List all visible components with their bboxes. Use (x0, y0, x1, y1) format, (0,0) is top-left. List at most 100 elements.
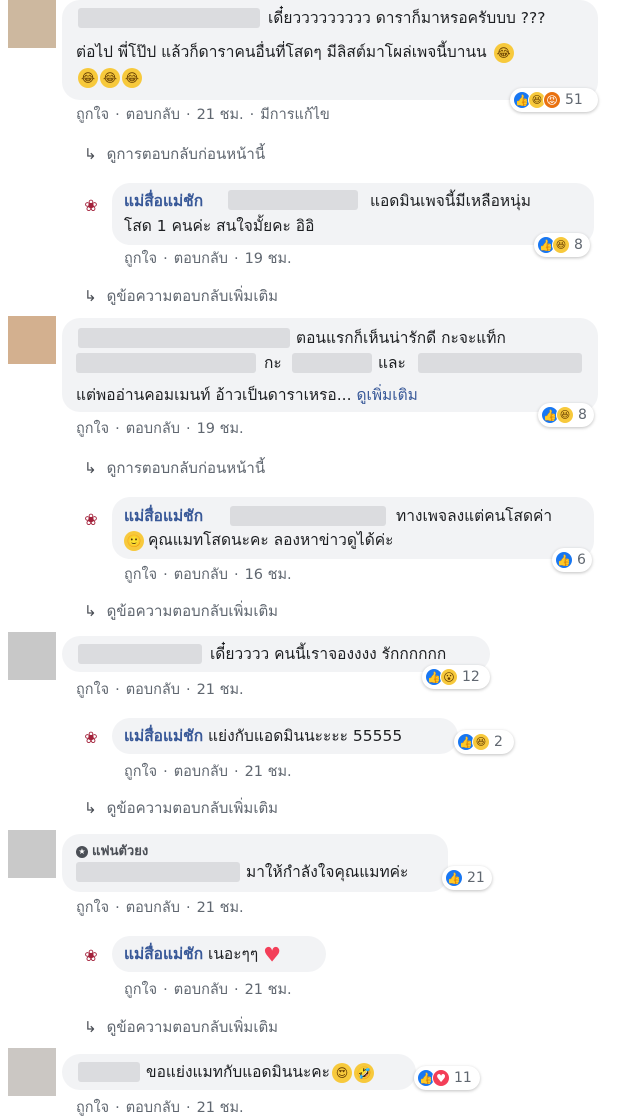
timestamp[interactable]: 21 ชม. (197, 1096, 244, 1119)
reply-actions: ถูกใจ · ตอบกลับ · 16 ชม. (124, 563, 292, 586)
view-more-replies-link[interactable]: ↳ ดูข้อความตอบกลับเพิ่มเติม (84, 284, 278, 308)
timestamp[interactable]: 16 ชม. (245, 563, 292, 586)
page-avatar[interactable]: ❀ (76, 722, 106, 752)
reaction-summary[interactable]: 👍 21 (442, 866, 492, 890)
like-button[interactable]: ถูกใจ (124, 760, 157, 783)
page-avatar[interactable]: ❀ (76, 190, 106, 220)
view-more-replies-link[interactable]: ↳ ดูข้อความตอบกลับเพิ่มเติม (84, 1015, 278, 1039)
comment-emoji-line: 😂 😂 😂 (76, 66, 142, 88)
heart-eyes-emoji-icon: 😍 (332, 1062, 352, 1083)
reply-button[interactable]: ตอบกลับ (174, 247, 228, 270)
timestamp[interactable]: 19 ชม. (197, 417, 244, 440)
comment-actions: ถูกใจ · ตอบกลับ · 21 ชม. (76, 1096, 244, 1119)
laughing-emoji-icon: 😂 (122, 67, 142, 88)
haha-reaction-icon: 😆 (556, 406, 574, 424)
reaction-summary[interactable]: 👍 😆 8 (534, 233, 590, 257)
redacted-tag (418, 353, 582, 373)
reply-arrow-icon: ↳ (84, 602, 97, 620)
comment-text: และ (378, 354, 406, 372)
smile-emoji-icon: 🙂 (124, 530, 144, 551)
reaction-summary[interactable]: 👍 6 (552, 548, 592, 572)
comment-actions: ถูกใจ · ตอบกลับ · 21 ชม. (76, 678, 244, 701)
reaction-count: 51 (565, 92, 583, 108)
reply-arrow-icon: ↳ (84, 459, 97, 477)
reply-text: แม่สื่อแม่ชัก เนอะๆๆ ♥ (124, 942, 282, 967)
like-button[interactable]: ถูกใจ (124, 563, 157, 586)
like-button[interactable]: ถูกใจ (76, 678, 109, 701)
commenter-avatar[interactable] (8, 632, 56, 680)
reaction-count: 8 (578, 407, 587, 423)
view-previous-replies-link[interactable]: ↳ ดูการตอบกลับก่อนหน้านี้ (84, 142, 265, 166)
heart-emoji-icon: ♥ (263, 942, 282, 967)
page-logo-icon: ❀ (84, 727, 98, 747)
reaction-summary[interactable]: 👍 😆 8 (538, 403, 594, 427)
page-avatar[interactable]: ❀ (76, 940, 106, 970)
redacted-name (228, 190, 358, 210)
comment-text: ตอนแรกก็เห็นน่ารักดี กะจะแท็ก (296, 329, 506, 347)
edited-label[interactable]: มีการแก้ไข (260, 103, 330, 126)
timestamp[interactable]: 21 ชม. (197, 103, 244, 126)
reply-button[interactable]: ตอบกลับ (174, 978, 228, 1001)
reply-button[interactable]: ตอบกลับ (174, 760, 228, 783)
timestamp[interactable]: 19 ชม. (245, 247, 292, 270)
reply-text: แอดมินเพจนี้มีเหลือหนุ่ม (370, 192, 531, 210)
like-button[interactable]: ถูกใจ (124, 978, 157, 1001)
like-button[interactable]: ถูกใจ (124, 247, 157, 270)
redacted-name (230, 506, 386, 526)
commenter-name[interactable]: แม่สื่อแม่ชัก (124, 945, 203, 963)
comment-actions: ถูกใจ · ตอบกลับ · 21 ชม. · มีการแก้ไข (76, 103, 330, 126)
laughing-emoji-icon: 😂 (100, 67, 120, 88)
reply-button[interactable]: ตอบกลับ (126, 678, 180, 701)
reaction-count: 11 (454, 1070, 472, 1086)
timestamp[interactable]: 21 ชม. (197, 678, 244, 701)
redacted-tag (292, 353, 372, 373)
view-previous-replies-link[interactable]: ↳ ดูการตอบกลับก่อนหน้านี้ (84, 456, 265, 480)
commenter-avatar[interactable] (8, 830, 56, 878)
reply-arrow-icon: ↳ (84, 1018, 97, 1036)
timestamp[interactable]: 21 ชม. (245, 760, 292, 783)
commenter-avatar[interactable] (8, 0, 56, 48)
reply-button[interactable]: ตอบกลับ (126, 103, 180, 126)
wow-reaction-icon: 😮 (440, 668, 458, 686)
like-button[interactable]: ถูกใจ (76, 1096, 109, 1119)
view-more-replies-link[interactable]: ↳ ดูข้อความตอบกลับเพิ่มเติม (84, 599, 278, 623)
see-more-link[interactable]: ดูเพิ่มเติม (356, 386, 417, 404)
like-reaction-icon: 👍 (445, 869, 463, 887)
page-avatar[interactable]: ❀ (76, 504, 106, 534)
comment-actions: ถูกใจ · ตอบกลับ · 21 ชม. (76, 896, 244, 919)
reaction-summary[interactable]: 👍 😮 12 (422, 665, 490, 689)
commenter-name[interactable]: แม่สื่อแม่ชัก (124, 727, 203, 745)
redacted-name (78, 1062, 140, 1082)
like-button[interactable]: ถูกใจ (76, 417, 109, 440)
commenter-name[interactable]: แม่สื่อแม่ชัก (124, 190, 203, 212)
reply-button[interactable]: ตอบกลับ (174, 563, 228, 586)
timestamp[interactable]: 21 ชม. (197, 896, 244, 919)
reply-button[interactable]: ตอบกลับ (126, 1096, 180, 1119)
page-logo-icon: ❀ (84, 509, 98, 529)
reply-button[interactable]: ตอบกลับ (126, 417, 180, 440)
reaction-summary[interactable]: 👍 ♥ 11 (414, 1066, 480, 1090)
like-button[interactable]: ถูกใจ (76, 103, 109, 126)
commenter-avatar[interactable] (8, 1048, 56, 1096)
like-button[interactable]: ถูกใจ (76, 896, 109, 919)
reaction-count: 2 (494, 734, 503, 750)
reaction-summary[interactable]: 👍 😆 😡 51 (510, 88, 598, 112)
redacted-tag (76, 353, 256, 373)
commenter-avatar[interactable] (8, 316, 56, 364)
reply-button[interactable]: ตอบกลับ (126, 896, 180, 919)
laughing-emoji-icon: 😂 (493, 42, 514, 63)
reply-text: 🙂 คุณแมทโสดนะคะ ลองหาข่าวดูได้ค่ะ (124, 529, 394, 551)
reply-arrow-icon: ↳ (84, 799, 97, 817)
reaction-summary[interactable]: 👍 😆 2 (454, 730, 514, 754)
top-fan-badge[interactable]: ★ แฟนตัวยง (76, 840, 148, 861)
reply-arrow-icon: ↳ (84, 145, 97, 163)
reply-text: โสด 1 คนค่ะ สนใจมั้ยคะ อิอิ (124, 217, 315, 235)
view-more-replies-link[interactable]: ↳ ดูข้อความตอบกลับเพิ่มเติม (84, 796, 278, 820)
timestamp[interactable]: 21 ชม. (245, 978, 292, 1001)
comment-text: ขอแย่งแมทกับแอดมินนะคะ 😍 🤣 (146, 1061, 374, 1083)
commenter-name[interactable]: แม่สื่อแม่ชัก (124, 505, 203, 527)
redacted-name (78, 8, 260, 28)
angry-reaction-icon: 😡 (543, 91, 561, 109)
comment-text: กะ (264, 354, 282, 372)
comment-text: แต่พออ่านคอมเมนท์ อ้าวเป็นดาราเหรอ... ดู… (76, 386, 418, 404)
